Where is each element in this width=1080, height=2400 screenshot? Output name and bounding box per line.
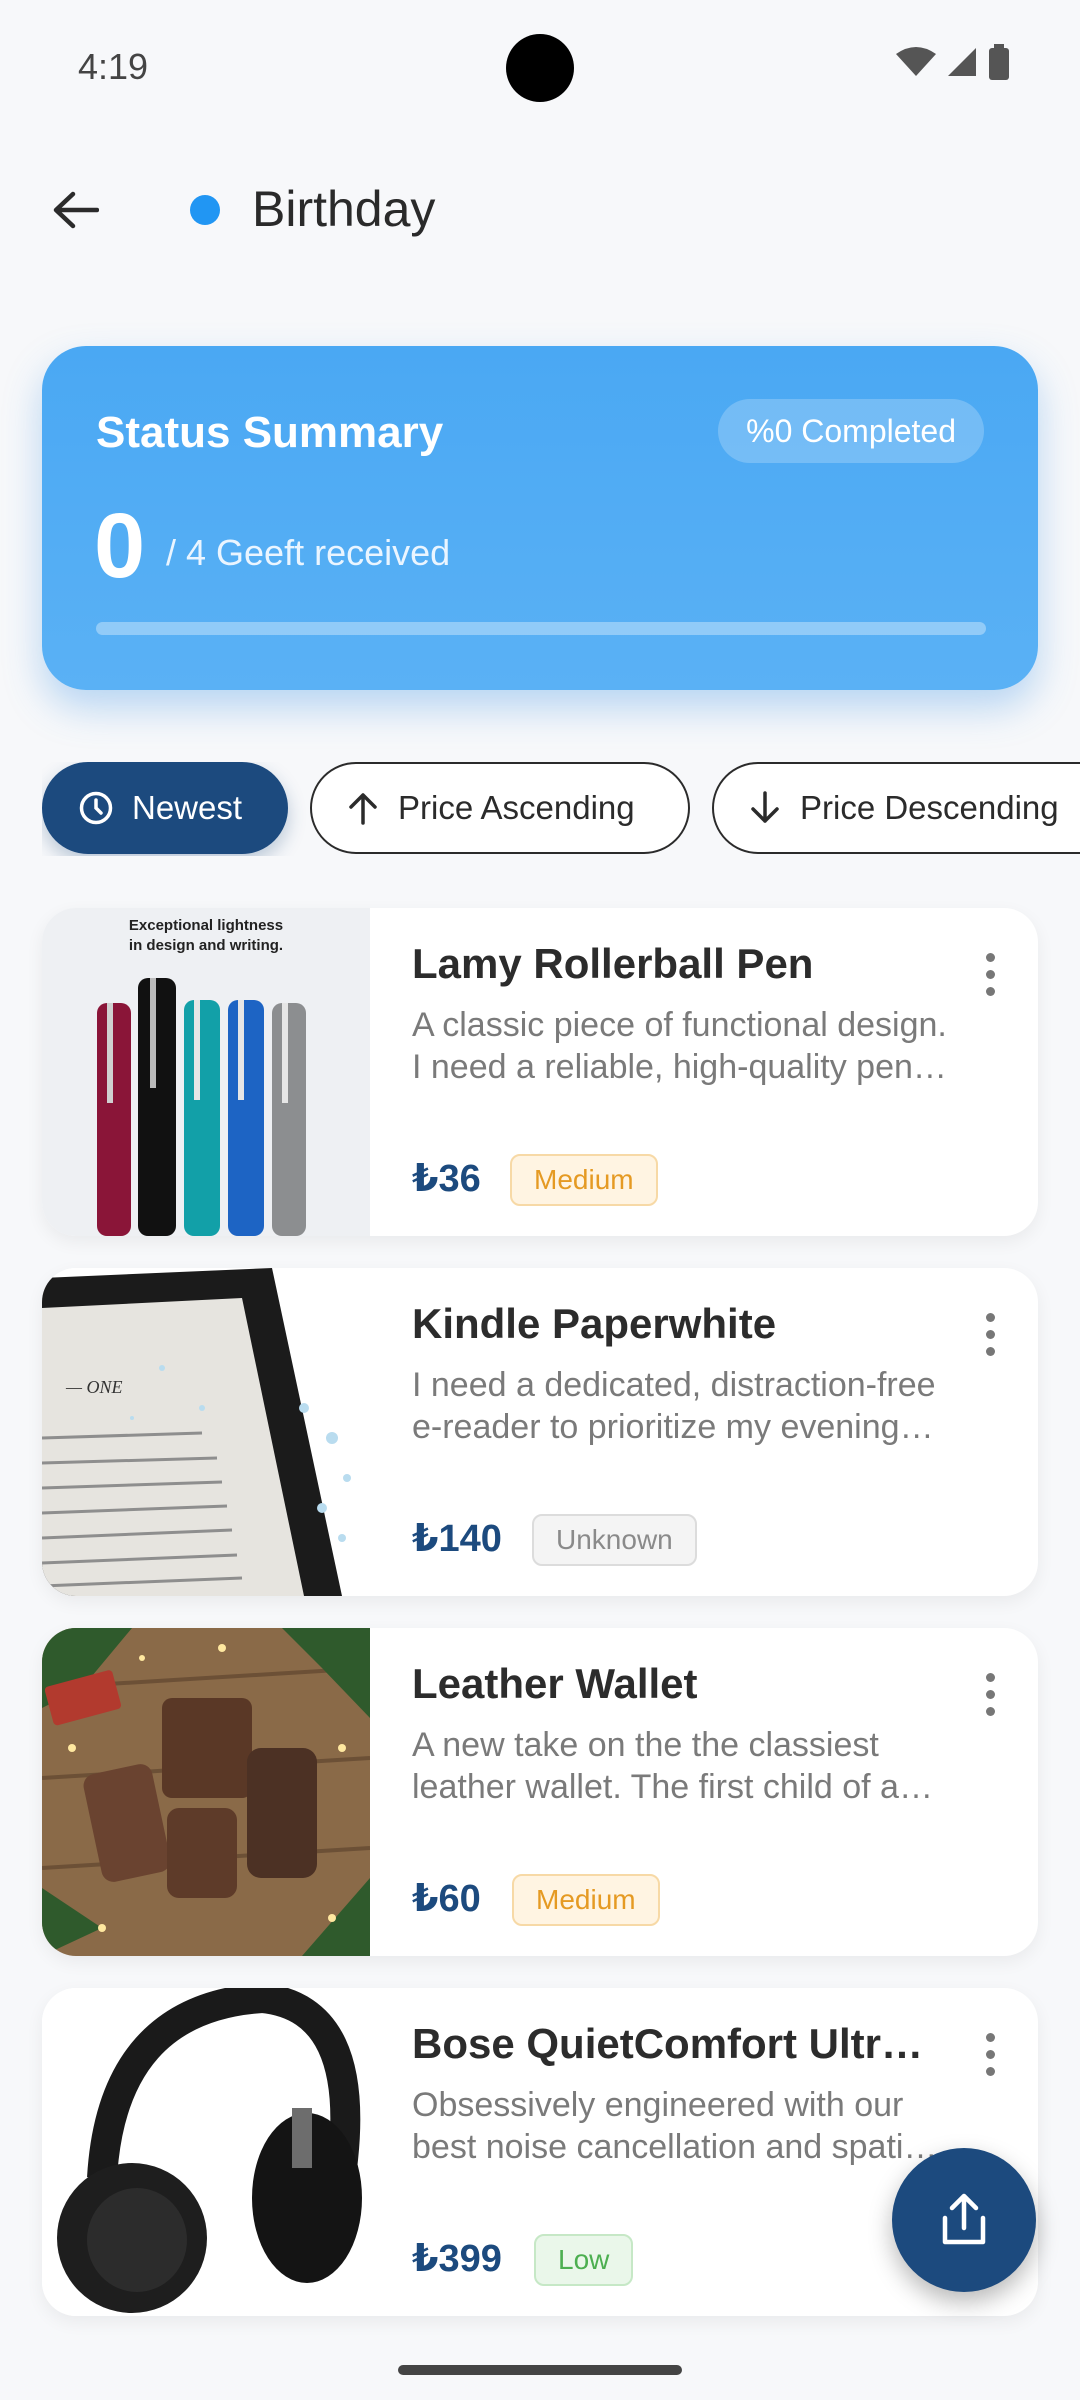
priority-badge: Low bbox=[534, 2234, 634, 2286]
product-name: Kindle Paperwhite bbox=[412, 1300, 777, 1347]
status-summary-card: Status Summary %0 Completed 0 / 4 Geeft … bbox=[42, 346, 1038, 690]
status-time: 4:19 bbox=[78, 46, 149, 87]
more-options-button[interactable] bbox=[970, 1664, 1010, 1724]
received-count: 0 bbox=[94, 495, 146, 597]
status-icons bbox=[896, 44, 1010, 80]
product-description: A new take on the the classiest leather … bbox=[412, 1726, 899, 1806]
sort-newest-label: Newest bbox=[132, 789, 243, 826]
received-label: / 4 Geeft received bbox=[166, 532, 451, 573]
arrow-back-icon bbox=[53, 191, 99, 229]
list-color-dot bbox=[190, 195, 220, 225]
arrow-up-icon bbox=[349, 793, 377, 825]
product-card[interactable]: Leather Wallet A new take on the the cla… bbox=[42, 1628, 1038, 1956]
home-indicator[interactable] bbox=[398, 2365, 682, 2375]
more-options-button[interactable] bbox=[970, 944, 1010, 1004]
sort-price-descending-label: Price Descending bbox=[800, 789, 1059, 826]
sort-price-ascending-chip[interactable]: Price Ascending bbox=[310, 762, 690, 854]
product-card[interactable]: — ONE Kindle Paperwhite I need a dedicat… bbox=[42, 1268, 1038, 1596]
product-image-headphones bbox=[42, 1988, 370, 2316]
back-button[interactable] bbox=[40, 180, 110, 240]
camera-cutout bbox=[506, 34, 574, 102]
priority-badge: Unknown bbox=[532, 1514, 697, 1566]
product-image-pens: Exceptional lightness in design and writ… bbox=[42, 908, 370, 1236]
clock-icon bbox=[79, 791, 113, 825]
app-header: Birthday bbox=[0, 160, 1080, 260]
page-title: Birthday bbox=[252, 181, 436, 237]
sort-price-descending-chip[interactable]: Price Descending bbox=[712, 762, 1080, 854]
more-vert-icon bbox=[985, 952, 995, 962]
product-card[interactable]: Bose QuietComfort Ultra Headphones Obses… bbox=[42, 1988, 1038, 2316]
share-fab[interactable] bbox=[892, 2148, 1036, 2292]
sort-chips: Newest Price Ascending Price Descending bbox=[42, 762, 1080, 856]
product-name: Lamy Rollerball Pen bbox=[412, 940, 814, 987]
pen-caption-line1: Exceptional lightness bbox=[129, 917, 283, 934]
screen: 4:19 Birthday Status Summary %0 Complete… bbox=[0, 0, 1080, 2400]
cellular-signal-icon bbox=[948, 48, 976, 76]
more-options-button[interactable] bbox=[970, 1304, 1010, 1364]
status-bar: 4:19 bbox=[0, 0, 1080, 135]
product-description: A classic piece of functional design. I … bbox=[412, 1006, 947, 1086]
completed-badge: %0 Completed bbox=[718, 399, 984, 463]
priority-badge: Medium bbox=[512, 1874, 660, 1926]
product-name: Bose QuietComfort Ultra Headphones bbox=[412, 2020, 942, 2067]
kindle-chapter-text: — ONE bbox=[65, 1377, 123, 1397]
more-vert-icon bbox=[985, 1312, 995, 1322]
pen-caption-line2: in design and writing. bbox=[129, 937, 283, 954]
product-image-wallet bbox=[42, 1628, 370, 1956]
progress-bar bbox=[96, 622, 986, 635]
more-vert-icon bbox=[985, 2032, 995, 2042]
more-options-button[interactable] bbox=[970, 2024, 1010, 2084]
product-image-kindle: — ONE bbox=[42, 1268, 370, 1596]
wifi-icon bbox=[896, 47, 936, 76]
product-price: ₺60 bbox=[412, 1878, 481, 1920]
more-vert-icon bbox=[985, 1672, 995, 1682]
product-description: I need a dedicated, distraction-free e-r… bbox=[412, 1366, 936, 1446]
sort-price-ascending-label: Price Ascending bbox=[398, 789, 635, 826]
product-price: ₺399 bbox=[412, 2238, 502, 2280]
product-name: Leather Wallet bbox=[412, 1660, 698, 1707]
product-description: Obsessively engineered with our best noi… bbox=[412, 2086, 930, 2166]
product-price: ₺36 bbox=[412, 1158, 481, 1200]
sort-newest-chip[interactable]: Newest bbox=[42, 762, 288, 854]
summary-title: Status Summary bbox=[96, 408, 444, 457]
arrow-down-icon bbox=[751, 791, 779, 823]
product-price: ₺140 bbox=[412, 1518, 502, 1560]
priority-badge: Medium bbox=[510, 1154, 658, 1206]
share-icon bbox=[942, 2193, 986, 2245]
battery-icon bbox=[989, 44, 1009, 80]
product-card[interactable]: Exceptional lightness in design and writ… bbox=[42, 908, 1038, 1236]
